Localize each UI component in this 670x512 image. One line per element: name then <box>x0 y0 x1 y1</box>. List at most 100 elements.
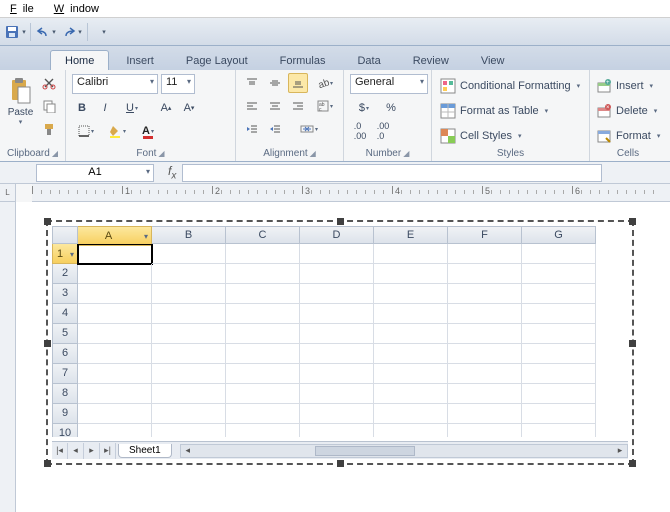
conditional-formatting-button[interactable]: Conditional Formatting <box>438 75 582 97</box>
sheet-nav-first[interactable]: |◂ <box>52 443 68 459</box>
decrease-decimal-button[interactable]: .00.0 <box>373 121 393 141</box>
cell[interactable] <box>226 424 300 437</box>
cell[interactable] <box>300 304 374 324</box>
cell[interactable] <box>374 384 448 404</box>
delete-cells-button[interactable]: × Delete <box>596 100 660 122</box>
sheet-nav-next[interactable]: ▸ <box>84 443 100 459</box>
decrease-indent-button[interactable] <box>242 119 262 139</box>
row-header[interactable]: 1 <box>52 244 78 264</box>
cell[interactable] <box>448 364 522 384</box>
cell[interactable] <box>374 284 448 304</box>
cell[interactable] <box>226 244 300 264</box>
cell[interactable] <box>226 264 300 284</box>
cell[interactable] <box>78 244 152 264</box>
clipboard-dialog-launcher[interactable]: ◢ <box>52 149 58 158</box>
tab-insert[interactable]: Insert <box>111 50 169 70</box>
formula-input[interactable] <box>182 164 602 182</box>
horizontal-ruler[interactable]: 123456 <box>32 184 670 202</box>
currency-button[interactable]: $ <box>350 98 378 118</box>
fx-icon[interactable]: fx <box>168 164 176 181</box>
cell[interactable] <box>152 264 226 284</box>
align-top-button[interactable] <box>242 73 262 93</box>
redo-button[interactable] <box>61 22 83 42</box>
cell[interactable] <box>522 244 596 264</box>
cell[interactable] <box>152 364 226 384</box>
cell[interactable] <box>448 424 522 437</box>
cell[interactable] <box>374 424 448 437</box>
cell[interactable] <box>448 304 522 324</box>
column-header[interactable]: B <box>152 226 226 244</box>
row-header[interactable]: 4 <box>52 304 78 324</box>
save-dropdown[interactable] <box>4 22 26 42</box>
cell[interactable] <box>152 304 226 324</box>
menu-window[interactable]: Window <box>48 2 111 16</box>
cell[interactable] <box>152 324 226 344</box>
cell-grid[interactable] <box>78 244 628 437</box>
sheet-nav-last[interactable]: ▸| <box>100 443 116 459</box>
percent-button[interactable]: % <box>381 98 401 118</box>
cell[interactable] <box>226 324 300 344</box>
align-left-button[interactable] <box>242 96 262 116</box>
cell[interactable] <box>300 424 374 437</box>
cell[interactable] <box>300 244 374 264</box>
cell[interactable] <box>522 264 596 284</box>
column-header[interactable]: C <box>226 226 300 244</box>
cell[interactable] <box>374 324 448 344</box>
scroll-right[interactable]: ▸ <box>613 445 627 456</box>
format-painter-button[interactable] <box>39 119 59 139</box>
cell[interactable] <box>78 364 152 384</box>
resize-handle[interactable] <box>629 340 636 347</box>
tab-review[interactable]: Review <box>398 50 464 70</box>
tab-home[interactable]: Home <box>50 50 109 70</box>
cell[interactable] <box>374 304 448 324</box>
cell[interactable] <box>78 324 152 344</box>
cell[interactable] <box>78 424 152 437</box>
cell[interactable] <box>522 424 596 437</box>
name-box[interactable]: A1 <box>36 164 154 182</box>
menu-file[interactable]: File <box>4 2 46 16</box>
cell[interactable] <box>78 404 152 424</box>
cell[interactable] <box>300 324 374 344</box>
select-all-corner[interactable] <box>52 226 78 244</box>
cell[interactable] <box>78 344 152 364</box>
sheet-tab[interactable]: Sheet1 <box>118 444 172 458</box>
cell[interactable] <box>152 244 226 264</box>
resize-handle[interactable] <box>44 218 51 225</box>
cut-button[interactable] <box>39 73 59 93</box>
qat-customize[interactable] <box>92 22 114 42</box>
font-size-select[interactable]: 11 <box>161 74 195 94</box>
undo-button[interactable] <box>35 22 57 42</box>
cell[interactable] <box>374 364 448 384</box>
cell[interactable] <box>300 344 374 364</box>
cell[interactable] <box>522 304 596 324</box>
tab-formulas[interactable]: Formulas <box>265 50 341 70</box>
cell[interactable] <box>152 404 226 424</box>
cell[interactable] <box>374 244 448 264</box>
column-header[interactable]: G <box>522 226 596 244</box>
cell[interactable] <box>448 284 522 304</box>
number-dialog-launcher[interactable]: ◢ <box>403 149 409 158</box>
italic-button[interactable]: I <box>95 98 115 118</box>
cell[interactable] <box>448 404 522 424</box>
cell[interactable] <box>300 264 374 284</box>
cell[interactable] <box>300 384 374 404</box>
font-color-button[interactable]: A <box>134 121 162 141</box>
shrink-font-button[interactable]: A▾ <box>179 98 199 118</box>
cell[interactable] <box>226 364 300 384</box>
font-name-select[interactable]: Calibri <box>72 74 158 94</box>
increase-indent-button[interactable] <box>265 119 285 139</box>
resize-handle[interactable] <box>629 460 636 467</box>
cell[interactable] <box>522 384 596 404</box>
tab-page-layout[interactable]: Page Layout <box>171 50 263 70</box>
increase-decimal-button[interactable]: .0.00 <box>350 121 370 141</box>
cell[interactable] <box>522 364 596 384</box>
grow-font-button[interactable]: A▴ <box>156 98 176 118</box>
cell[interactable] <box>78 304 152 324</box>
scroll-thumb[interactable] <box>315 446 415 456</box>
cell[interactable] <box>300 284 374 304</box>
row-header[interactable]: 2 <box>52 264 78 284</box>
cell[interactable] <box>374 344 448 364</box>
cell[interactable] <box>522 344 596 364</box>
cell-styles-button[interactable]: Cell Styles <box>438 125 582 147</box>
horizontal-scrollbar[interactable]: ◂ ▸ <box>180 444 628 458</box>
